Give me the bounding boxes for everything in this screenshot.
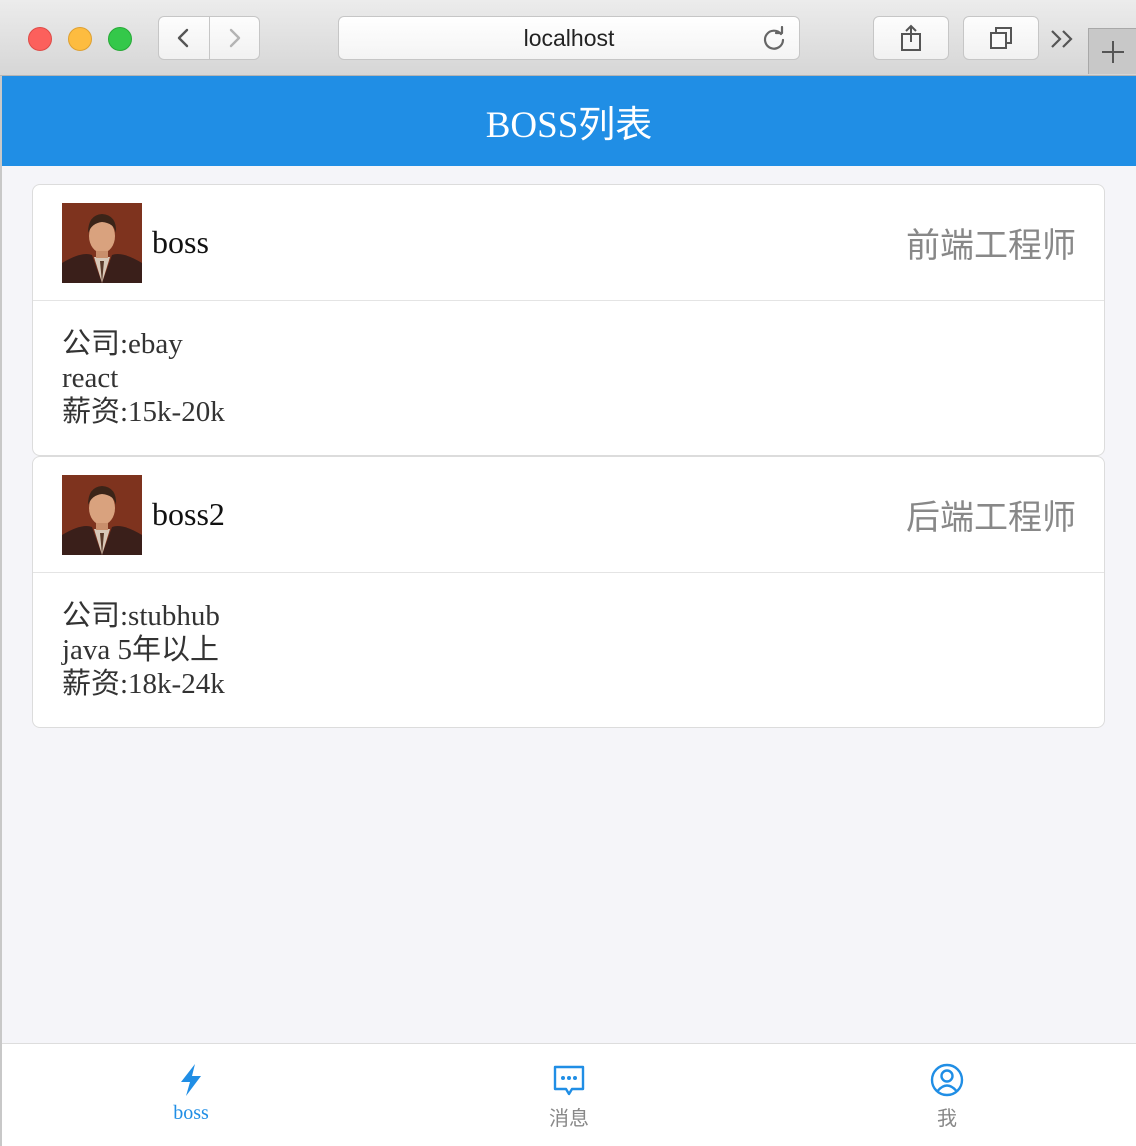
share-icon (901, 24, 921, 51)
lightning-icon (181, 1064, 201, 1096)
tab-label: 消息 (549, 1108, 589, 1130)
browser-toolbar: localhost (0, 0, 1136, 76)
company-text: 公司:stubhub (62, 600, 220, 632)
boss-card[interactable]: boss 前端工程师 公司:ebay react 薪资:15k-20k (32, 184, 1105, 456)
salary-text: 薪资:18k-24k (62, 668, 225, 700)
user-icon (930, 1063, 964, 1097)
page-title: BOSS列表 (485, 105, 653, 146)
card-body: 公司:ebay react 薪资:15k-20k (33, 301, 1104, 429)
avatar (62, 474, 142, 555)
tabs-icon (990, 27, 1012, 49)
card-body: 公司:stubhub java 5年以上 薪资:18k-24k (33, 573, 1104, 701)
description-text: java 5年以上 (62, 634, 220, 666)
boss-card[interactable]: boss2 后端工程师 公司:stubhub java 5年以上 薪资:18k-… (32, 456, 1105, 728)
tab-bar: boss 消息 我 (2, 1043, 1136, 1146)
chevron-left-icon (177, 28, 188, 48)
card-header: boss2 后端工程师 (33, 457, 1104, 573)
job-title: 后端工程师 (906, 500, 1076, 537)
tab-label: 我 (937, 1108, 957, 1130)
tab-me[interactable]: 我 (758, 1044, 1136, 1146)
avatar (62, 202, 142, 283)
zoom-window-button[interactable] (108, 27, 132, 51)
address-bar[interactable]: localhost (338, 16, 800, 60)
message-icon (553, 1065, 585, 1096)
tab-boss[interactable]: boss (2, 1044, 380, 1146)
salary-text: 薪资:15k-20k (62, 396, 225, 428)
close-window-button[interactable] (28, 27, 52, 51)
tab-messages[interactable]: 消息 (380, 1044, 758, 1146)
nav-bar: BOSS列表 (2, 76, 1136, 166)
boss-name: boss2 (152, 496, 225, 532)
description-text: react (62, 362, 119, 394)
navigation-buttons (158, 16, 260, 60)
chevron-right-icon (230, 28, 241, 48)
show-tabs-button[interactable] (963, 16, 1039, 60)
card-header: boss 前端工程师 (33, 185, 1104, 301)
boss-list: boss 前端工程师 公司:ebay react 薪资:15k-20k boss… (2, 166, 1136, 1043)
forward-button[interactable] (209, 16, 260, 60)
boss-name: boss (152, 224, 209, 260)
minimize-window-button[interactable] (68, 27, 92, 51)
back-button[interactable] (158, 16, 210, 60)
share-button[interactable] (873, 16, 949, 60)
new-tab-button[interactable] (1088, 28, 1136, 74)
more-chevrons-icon[interactable] (1048, 26, 1078, 52)
reload-icon[interactable] (761, 26, 787, 52)
plus-icon (1101, 40, 1124, 63)
job-title: 前端工程师 (906, 228, 1076, 265)
url-text: localhost (523, 24, 615, 51)
company-text: 公司:ebay (62, 328, 183, 360)
tab-label: boss (173, 1102, 209, 1124)
